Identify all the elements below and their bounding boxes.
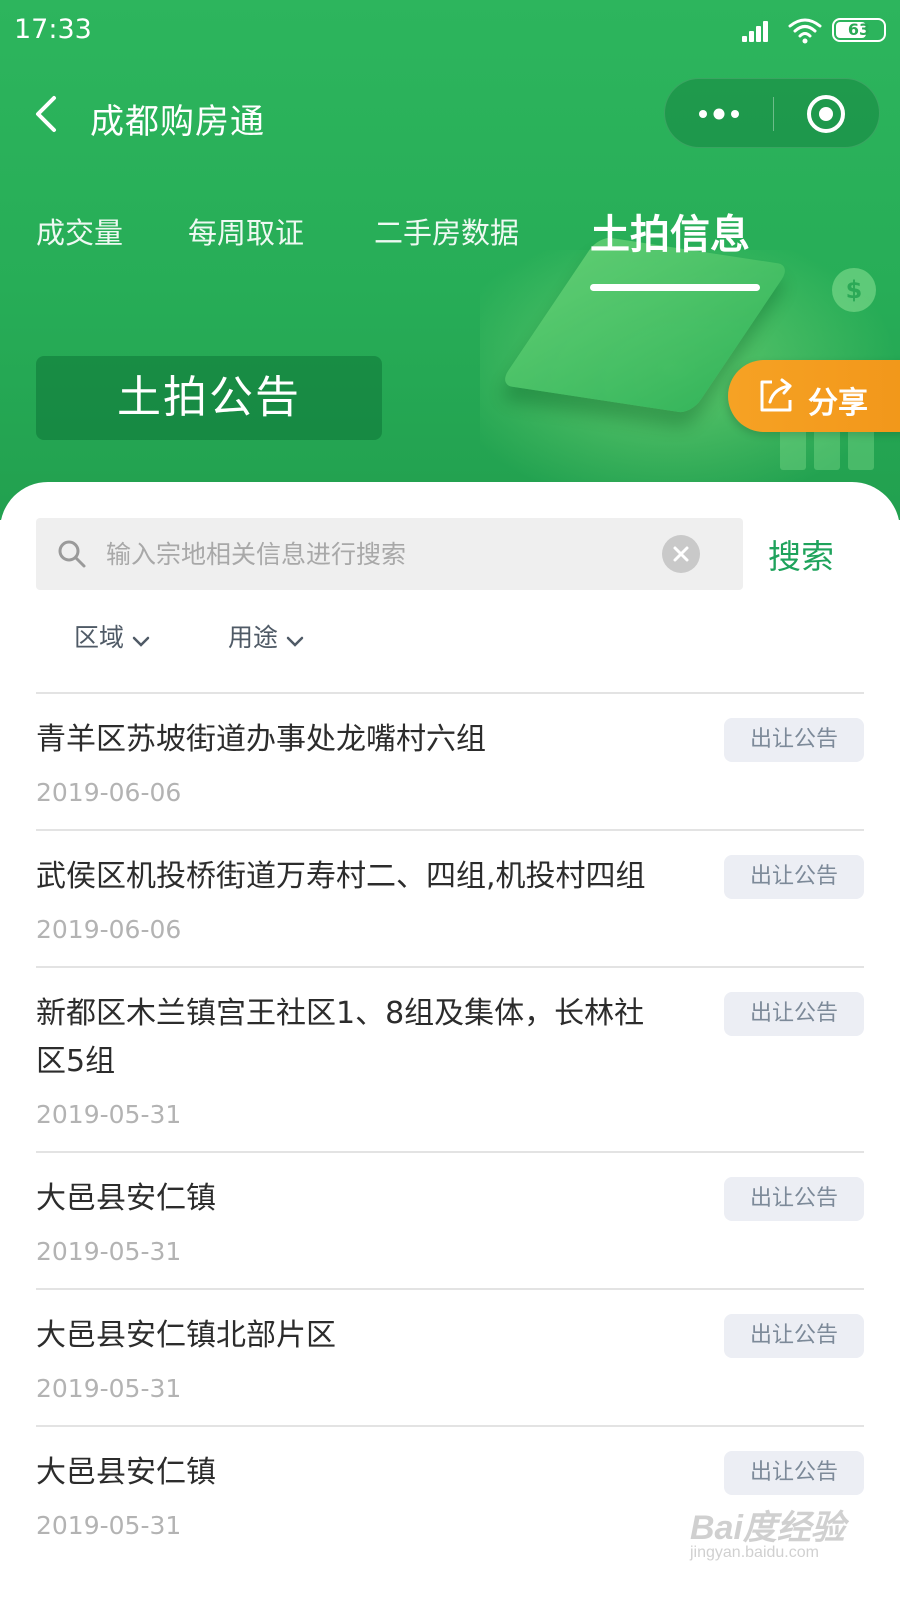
share-icon	[756, 376, 796, 416]
more-icon[interactable]	[695, 99, 743, 129]
listing-date: 2019-05-31	[36, 1374, 182, 1403]
search-button[interactable]: 搜索	[768, 530, 834, 578]
listing-date: 2019-05-31	[36, 1100, 182, 1129]
listing-badge: 出让公告	[724, 1314, 864, 1358]
nav-bar: 成都购房通	[0, 70, 900, 160]
baidu-watermark: Bai度经验 jingyan.baidu.com	[690, 1500, 880, 1580]
list-item[interactable]: 大邑县安仁镇 2019-05-31 出让公告	[36, 1151, 864, 1288]
mini-program-capsule	[664, 78, 880, 148]
listing-title: 青羊区苏坡街道办事处龙嘴村六组	[36, 722, 486, 757]
battery-icon: 63	[832, 18, 886, 42]
chevron-down-icon	[132, 625, 150, 654]
search-icon	[56, 538, 88, 570]
close-mini-program-icon[interactable]	[805, 93, 847, 135]
share-button[interactable]: 分享	[728, 360, 900, 432]
status-time: 17:33	[14, 14, 92, 45]
signal-icon	[742, 18, 774, 42]
listing-badge: 出让公告	[724, 718, 864, 762]
listing-badge: 出让公告	[724, 992, 864, 1036]
listing-badge: 出让公告	[724, 1451, 864, 1495]
listing-title: 大邑县安仁镇	[36, 1181, 216, 1216]
filter-bar: 区域 用途	[0, 618, 900, 678]
wifi-icon	[788, 16, 822, 44]
listing-date: 2019-05-31	[36, 1237, 182, 1266]
back-arrow-icon[interactable]	[30, 92, 70, 136]
search-box	[36, 518, 743, 590]
tab-land-auction[interactable]: 土拍信息	[590, 202, 750, 260]
list-item[interactable]: 武侯区机投桥街道万寿村二、四组,机投村四组 2019-06-06 出让公告	[36, 829, 864, 966]
tab-second-hand-data[interactable]: 二手房数据	[374, 210, 519, 252]
listing-badge: 出让公告	[724, 1177, 864, 1221]
list-item[interactable]: 新都区木兰镇宫王社区1、8组及集体，长林社区5组 2019-05-31 出让公告	[36, 966, 864, 1151]
tab-transaction-volume[interactable]: 成交量	[36, 210, 123, 252]
filter-usage[interactable]: 用途	[228, 618, 304, 654]
watermark-logo: Bai度经验	[690, 1509, 845, 1547]
capsule-divider	[773, 97, 774, 131]
filter-region-label: 区域	[74, 623, 125, 652]
tab-weekly-permits[interactable]: 每周取证	[188, 210, 304, 252]
banner-title: 土拍公告	[36, 356, 382, 440]
page-title: 成都购房通	[90, 102, 265, 142]
clear-icon[interactable]	[662, 535, 700, 573]
content-card: 搜索 区域 用途 青羊区苏坡街道办事处龙嘴村六组 2019-06-06 出让公告…	[0, 482, 900, 1600]
search-input[interactable]	[106, 518, 686, 590]
filter-region[interactable]: 区域	[74, 618, 150, 654]
category-tabs: 成交量 每周取证 二手房数据 土拍信息	[0, 200, 900, 300]
chevron-down-icon	[286, 625, 304, 654]
listing-date: 2019-06-06	[36, 778, 182, 807]
listing-title: 大邑县安仁镇北部片区	[36, 1318, 336, 1353]
watermark-url: jingyan.baidu.com	[690, 1544, 819, 1561]
battery-level: 63	[847, 20, 871, 39]
land-listing-list: 青羊区苏坡街道办事处龙嘴村六组 2019-06-06 出让公告 武侯区机投桥街道…	[36, 692, 864, 1562]
active-tab-underline	[590, 284, 760, 291]
share-label: 分享	[808, 386, 868, 421]
listing-title: 大邑县安仁镇	[36, 1455, 216, 1490]
listing-date: 2019-06-06	[36, 915, 182, 944]
list-item[interactable]: 青羊区苏坡街道办事处龙嘴村六组 2019-06-06 出让公告	[36, 692, 864, 829]
listing-title: 武侯区机投桥街道万寿村二、四组,机投村四组	[36, 859, 646, 894]
status-bar: 17:33 63	[0, 0, 900, 62]
list-item[interactable]: 大邑县安仁镇北部片区 2019-05-31 出让公告	[36, 1288, 864, 1425]
listing-badge: 出让公告	[724, 855, 864, 899]
listing-title: 新都区木兰镇宫王社区1、8组及集体，长林社区5组	[36, 996, 645, 1079]
filter-usage-label: 用途	[228, 623, 279, 652]
